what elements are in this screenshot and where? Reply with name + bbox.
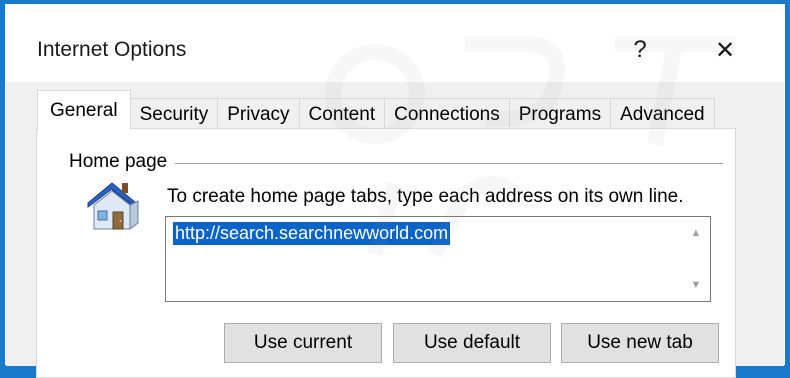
tab-privacy[interactable]: Privacy	[217, 98, 300, 130]
group-divider	[175, 163, 723, 164]
window-title: Internet Options	[37, 38, 187, 61]
tab-content[interactable]: Content	[298, 98, 386, 130]
home-page-url-value: http://search.searchnewworld.com	[173, 222, 451, 245]
use-new-tab-button[interactable]: Use new tab	[561, 323, 719, 363]
home-page-instruction: To create home page tabs, type each addr…	[167, 186, 684, 207]
scroll-up-arrow-icon[interactable]: ▲	[688, 227, 704, 241]
title-bar: Internet Options ? ✕	[5, 4, 785, 82]
help-button[interactable]: ?	[617, 30, 663, 70]
internet-options-window: Internet Options ? ✕ General Security Pr…	[4, 3, 786, 378]
tab-general[interactable]: General	[37, 90, 131, 130]
dialog-body: General Security Privacy Content Connect…	[6, 82, 784, 378]
scroll-down-arrow-icon[interactable]: ▼	[688, 279, 704, 293]
use-default-button[interactable]: Use default	[393, 323, 551, 363]
home-page-url-textarea[interactable]: http://search.searchnewworld.com ▲ ▼	[165, 216, 711, 302]
tab-security[interactable]: Security	[129, 98, 219, 130]
close-button[interactable]: ✕	[702, 30, 748, 70]
home-page-group-label: Home page	[69, 151, 174, 173]
tab-connections[interactable]: Connections	[384, 98, 510, 130]
tab-programs[interactable]: Programs	[508, 98, 612, 130]
use-current-button[interactable]: Use current	[224, 323, 382, 363]
tab-strip: General Security Privacy Content Connect…	[37, 90, 715, 130]
general-tab-panel: Home page To create home page tabs, type…	[36, 128, 736, 378]
house-icon	[87, 182, 139, 230]
tab-advanced[interactable]: Advanced	[610, 98, 715, 130]
